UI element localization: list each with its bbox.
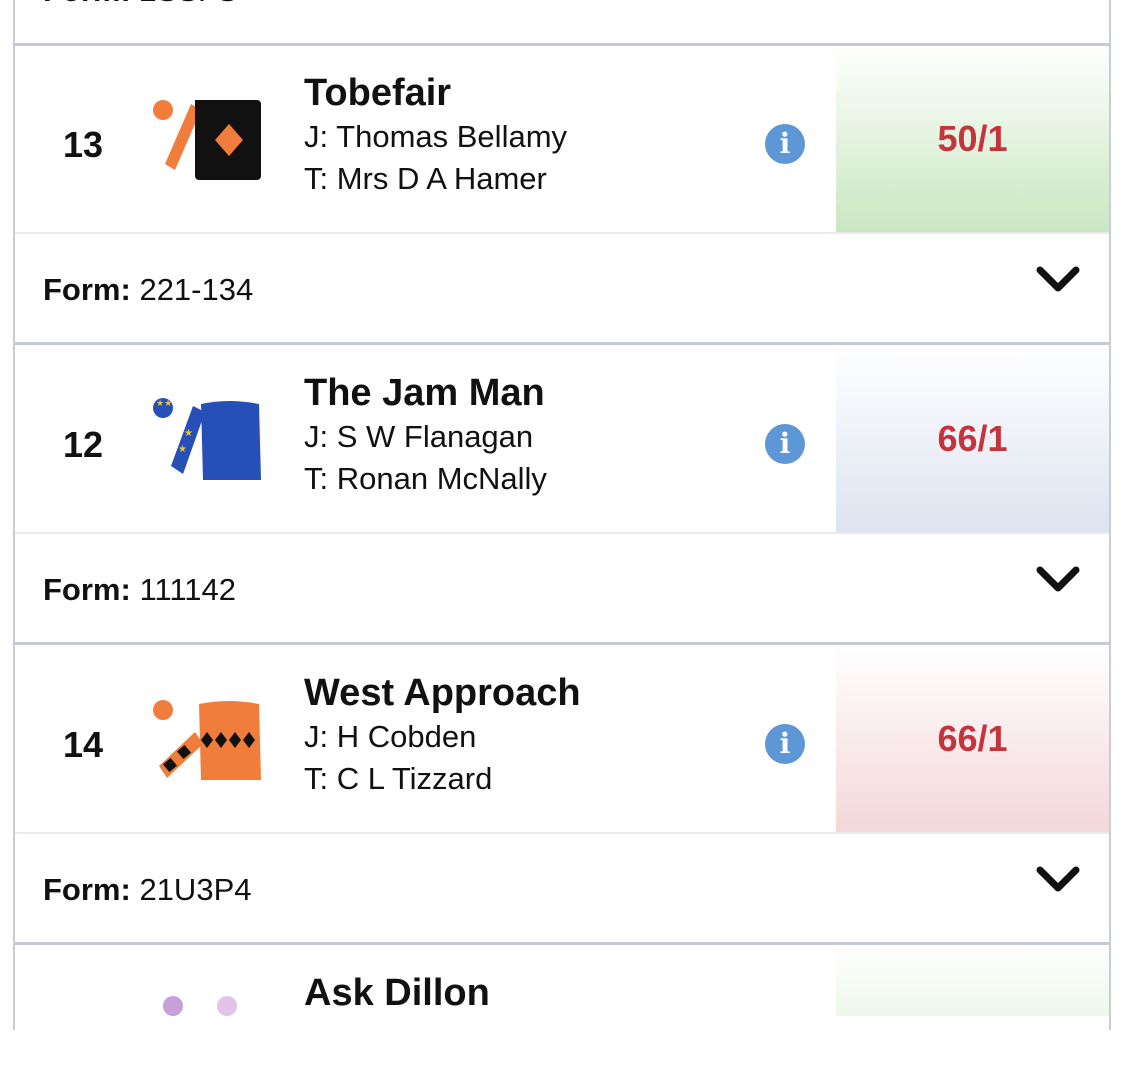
runner-row[interactable]: 13 Tobefair J: Thomas Bellamy T: Mrs D A…	[15, 46, 1109, 234]
svg-text:★: ★	[178, 444, 187, 455]
jockey-name: J: H Cobden	[304, 719, 477, 754]
svg-text:★★: ★★	[156, 399, 172, 409]
form-label: Form: 221-134	[43, 272, 254, 307]
runner-row-partial-bottom[interactable]: Ask Dillon	[15, 946, 1109, 1016]
form-label: Form: 21U3P4	[43, 872, 252, 907]
form-row[interactable]: Form: 111142	[15, 534, 1109, 645]
runner-info: Tobefair J: Thomas Bellamy T: Mrs D A Ha…	[304, 70, 567, 200]
info-icon[interactable]: i	[765, 724, 805, 764]
runner-row[interactable]: 14 West Approach J: H Cobden T: C L Tizz…	[15, 646, 1109, 834]
form-value: 111142	[139, 572, 236, 607]
silks-royal-blue-stars-icon: ★★ ★ ★	[153, 398, 261, 480]
form-value: 21U3P4	[139, 872, 252, 907]
horse-name[interactable]: Ask Dillon	[304, 970, 490, 1016]
runner-number: 13	[63, 124, 104, 165]
svg-text:★: ★	[184, 428, 193, 439]
trainer-name: T: C L Tizzard	[304, 761, 493, 796]
chevron-down-icon[interactable]	[1035, 864, 1081, 894]
horse-name[interactable]: The Jam Man	[304, 370, 547, 416]
chevron-down-icon[interactable]	[1035, 564, 1081, 594]
odds-button[interactable]	[836, 946, 1109, 1016]
odds-button[interactable]: 50/1	[836, 46, 1109, 232]
jockey-name: J: S W Flanagan	[304, 419, 534, 454]
trainer-name: T: Mrs D A Hamer	[304, 161, 547, 196]
silks-lilac-icon	[163, 996, 237, 1016]
runner-info: Ask Dillon	[304, 970, 490, 1016]
form-row-partial-top[interactable]: Form: 2SSFS	[15, 0, 1109, 46]
form-row[interactable]: Form: 221-134	[15, 234, 1109, 345]
jockey-name: J: Thomas Bellamy	[304, 119, 568, 154]
form-value: 221-134	[139, 272, 254, 307]
horse-name[interactable]: Tobefair	[304, 70, 567, 116]
odds-button[interactable]: 66/1	[836, 346, 1109, 532]
silks-orange-black-diamond-icon	[153, 100, 261, 180]
form-row[interactable]: Form: 21U3P4	[15, 834, 1109, 945]
info-icon[interactable]: i	[765, 124, 805, 164]
form-label: Form: 111142	[43, 572, 236, 607]
chevron-down-icon[interactable]	[1035, 264, 1081, 294]
info-icon[interactable]: i	[765, 424, 805, 464]
trainer-name: T: Ronan McNally	[304, 461, 547, 496]
runner-row[interactable]: 12 ★★ ★ ★ The Jam Man J: S W Flanagan T:…	[15, 346, 1109, 534]
horse-name[interactable]: West Approach	[304, 670, 581, 716]
form-label: Form: 2SSFS	[43, 0, 238, 9]
runner-number: 12	[63, 424, 104, 465]
silks-orange-black-diamonds-icon	[153, 700, 261, 780]
runner-number: 14	[63, 724, 104, 765]
runner-info: The Jam Man J: S W Flanagan T: Ronan McN…	[304, 370, 547, 500]
odds-button[interactable]: 66/1	[836, 646, 1109, 832]
runner-info: West Approach J: H Cobden T: C L Tizzard	[304, 670, 581, 800]
